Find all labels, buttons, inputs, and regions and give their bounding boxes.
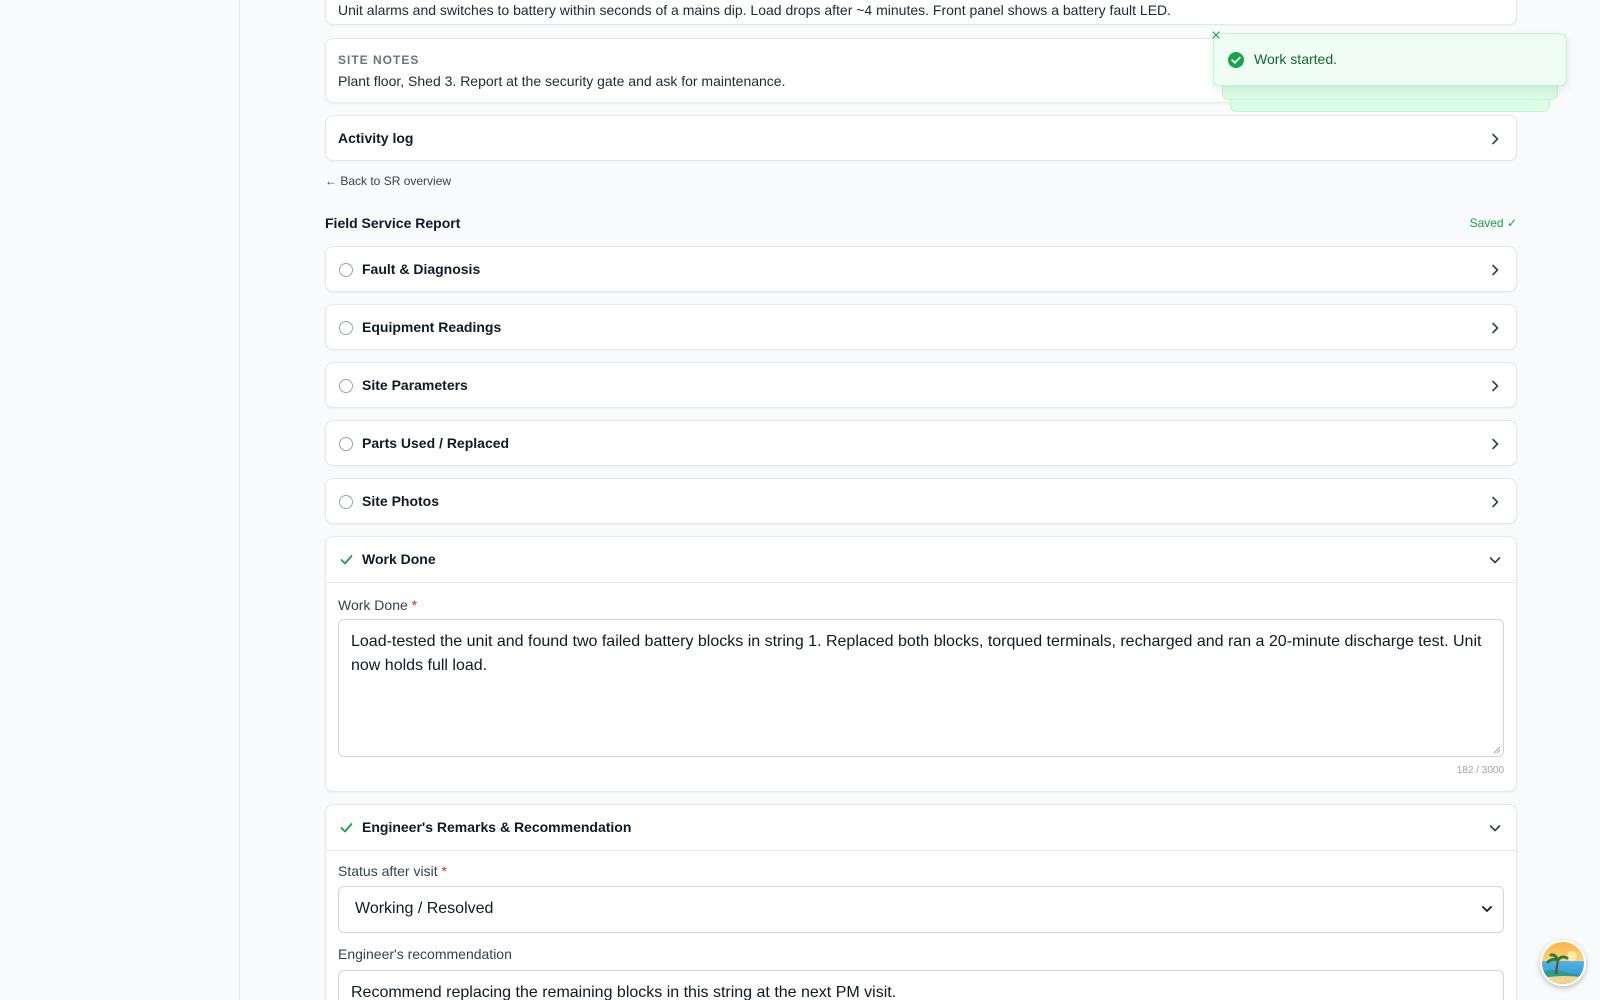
section-parts-used[interactable]: Parts Used / Replaced [325,420,1517,466]
required-marker: * [411,597,418,613]
status-select[interactable]: Working / Resolved [338,886,1504,933]
section-label: Engineer's Remarks & Recommendation [362,819,632,835]
divider [326,582,1516,583]
work-done-label-text: Work Done [338,597,408,613]
section-work-done: Work Done Work Done * Load-tested the un… [325,536,1517,792]
check-circle-icon [1228,52,1244,68]
chevron-right-icon [1492,380,1499,392]
chevron-right-icon [1492,133,1499,145]
chevron-down-icon [1489,825,1501,832]
section-label: Parts Used / Replaced [362,435,510,451]
symptom-card: Unit alarms and switches to battery with… [325,0,1517,25]
recommendation-field-label: Engineer's recommendation [338,946,512,962]
incomplete-circle-icon [339,437,353,451]
chevron-down-icon [1489,557,1501,564]
section-label: Site Photos [362,493,440,509]
chevron-down-icon [1482,906,1492,912]
section-fault-diagnosis[interactable]: Fault & Diagnosis [325,246,1517,292]
chevron-right-icon [1492,322,1499,334]
check-icon [340,823,353,833]
section-site-photos[interactable]: Site Photos [325,478,1517,524]
section-equipment-readings[interactable]: Equipment Readings [325,304,1517,350]
site-notes-label: SITE NOTES [338,53,420,67]
sidebar [0,0,240,1000]
character-counter: 182 / 3000 [1456,765,1504,776]
chevron-right-icon [1492,438,1499,450]
work-done-textarea[interactable]: Load-tested the unit and found two faile… [338,619,1504,757]
remarks-header[interactable]: Engineer's Remarks & Recommendation [326,805,1516,851]
status-label-text: Status after visit [338,863,438,879]
section-label: Work Done [362,551,436,567]
chevron-right-icon [1492,264,1499,276]
required-marker: * [441,863,447,879]
section-label: Site Parameters [362,377,468,393]
section-label: Equipment Readings [362,319,502,335]
toast-message: Work started. [1254,51,1337,67]
recommendation-value: Recommend replacing the remaining blocks… [351,984,897,1000]
incomplete-circle-icon [339,321,353,335]
site-notes-text: Plant floor, Shed 3. Report at the secur… [338,73,786,89]
divider [326,850,1516,851]
section-engineer-remarks: Engineer's Remarks & Recommendation Stat… [325,804,1517,1000]
incomplete-circle-icon [339,495,353,509]
section-site-parameters[interactable]: Site Parameters [325,362,1517,408]
success-toast: Work started. [1213,33,1567,86]
avatar-image [1542,951,1584,984]
work-done-value: Load-tested the unit and found two faile… [351,633,1482,674]
work-done-field-label: Work Done * [338,597,417,613]
status-field-label: Status after visit * [338,863,447,879]
incomplete-circle-icon [339,263,353,277]
recommendation-textarea[interactable]: Recommend replacing the remaining blocks… [338,970,1504,1000]
activity-log-label: Activity log [338,130,414,146]
close-icon[interactable] [1211,30,1221,40]
symptom-text: Unit alarms and switches to battery with… [338,2,1172,18]
back-to-sr-overview-link[interactable]: ← Back to SR overview [325,174,451,188]
chevron-right-icon [1492,496,1499,508]
work-done-header[interactable]: Work Done [326,537,1516,583]
status-selected-value: Working / Resolved [355,900,494,917]
resize-handle-icon[interactable] [1493,746,1501,754]
avatar[interactable] [1540,940,1586,986]
saved-status: Saved ✓ [1469,216,1517,230]
report-title: Field Service Report [325,215,461,231]
activity-log-toggle[interactable]: Activity log [325,115,1517,161]
incomplete-circle-icon [339,379,353,393]
check-icon [340,555,353,565]
section-label: Fault & Diagnosis [362,261,481,277]
